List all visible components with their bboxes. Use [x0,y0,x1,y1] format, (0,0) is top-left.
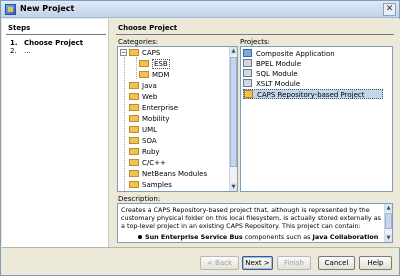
collapse-icon[interactable]: − [120,48,127,56]
sql-module-icon [243,69,252,77]
folder-icon [139,59,149,67]
steps-header: Steps [8,24,31,32]
description-scrollbar[interactable]: ▲ ▼ [384,204,392,242]
footer-divider [2,247,400,248]
description-box[interactable]: Creates a CAPS Repository-based project … [117,203,393,243]
finish-button[interactable]: Finish [277,256,311,270]
categories-tree[interactable]: − CAPS ESB MDM Java Web Enterprise Mobili… [117,46,238,192]
description-label: Description: [118,195,161,203]
folder-icon [129,158,139,166]
category-java[interactable]: Java [129,81,157,92]
category-enterprise[interactable]: Enterprise [129,103,178,114]
folder-icon [129,169,139,177]
folder-icon [129,103,139,111]
close-icon: ✕ [385,4,394,14]
bullet-icon [138,235,142,239]
categories-label: Categories: [118,38,159,46]
tree-guide [136,57,137,79]
projects-label: Projects: [240,38,270,46]
category-samples[interactable]: Samples [129,180,172,191]
project-xslt-module[interactable]: XSLT Module [243,79,383,89]
scroll-thumb[interactable] [230,57,237,167]
description-text: Creates a CAPS Repository-based project … [121,206,381,231]
steps-panel: Steps 1. Choose Project 2.... [2,19,109,247]
scroll-thumb[interactable] [385,213,392,229]
new-project-dialog: New Project ✕ Steps 1. Choose Project 2..… [0,0,400,276]
step-number: 2. [10,47,17,55]
project-bpel-module[interactable]: BPEL Module [243,59,383,69]
choose-project-panel: Choose Project Categories: Projects: − CA… [110,19,400,247]
category-uml[interactable]: UML [129,125,157,136]
projects-list[interactable]: Composite Application BPEL Module SQL Mo… [240,46,393,192]
category-c-cpp[interactable]: C/C++ [129,158,166,169]
step-2: 2.... [10,47,31,55]
next-button[interactable]: Next > [242,256,273,270]
category-soa[interactable]: SOA [129,136,157,147]
scroll-up-icon[interactable]: ▲ [230,47,237,55]
folder-icon [129,147,139,155]
category-ruby[interactable]: Ruby [129,147,160,158]
title-bar[interactable]: New Project ✕ [1,1,399,18]
tree-guide [124,57,125,191]
help-button[interactable]: Help [359,256,392,270]
panel-divider [116,34,394,35]
step-number: 1. [10,39,18,47]
category-mobility[interactable]: Mobility [129,114,170,125]
cancel-button[interactable]: Cancel [318,256,355,270]
folder-icon [129,81,139,89]
step-label: Choose Project [24,39,84,47]
scroll-down-icon[interactable]: ▼ [385,234,392,242]
close-button[interactable]: ✕ [383,3,396,16]
folder-icon [139,70,149,78]
folder-icon [129,136,139,144]
xslt-module-icon [243,79,252,87]
folder-icon [129,48,139,56]
folder-icon [129,180,139,188]
scroll-up-icon[interactable]: ▲ [385,204,392,212]
folder-icon [129,125,139,133]
panel-title: Choose Project [118,24,178,32]
composite-app-icon [243,49,252,57]
category-caps[interactable]: − CAPS [120,48,160,59]
folder-icon [129,114,139,122]
category-esb[interactable]: ESB [139,59,170,70]
step-1: 1. Choose Project [10,39,83,47]
description-bullet: Sun Enterprise Service Bus components su… [138,233,378,241]
step-label: ... [24,47,31,55]
categories-scrollbar[interactable]: ▲ ▼ [229,47,237,191]
app-icon [5,4,16,15]
project-caps-repository-based[interactable]: CAPS Repository-based Project [243,89,383,99]
project-composite-application[interactable]: Composite Application [243,49,383,59]
category-mdm[interactable]: MDM [139,70,169,81]
category-netbeans-modules[interactable]: NetBeans Modules [129,169,207,180]
category-web[interactable]: Web [129,92,157,103]
folder-icon [129,92,139,100]
back-button[interactable]: < Back [200,256,239,270]
window-title: New Project [20,4,75,13]
caps-project-icon [244,90,253,98]
scroll-down-icon[interactable]: ▼ [230,183,237,191]
bpel-module-icon [243,59,252,67]
project-sql-module[interactable]: SQL Module [243,69,383,79]
steps-divider [6,34,106,35]
